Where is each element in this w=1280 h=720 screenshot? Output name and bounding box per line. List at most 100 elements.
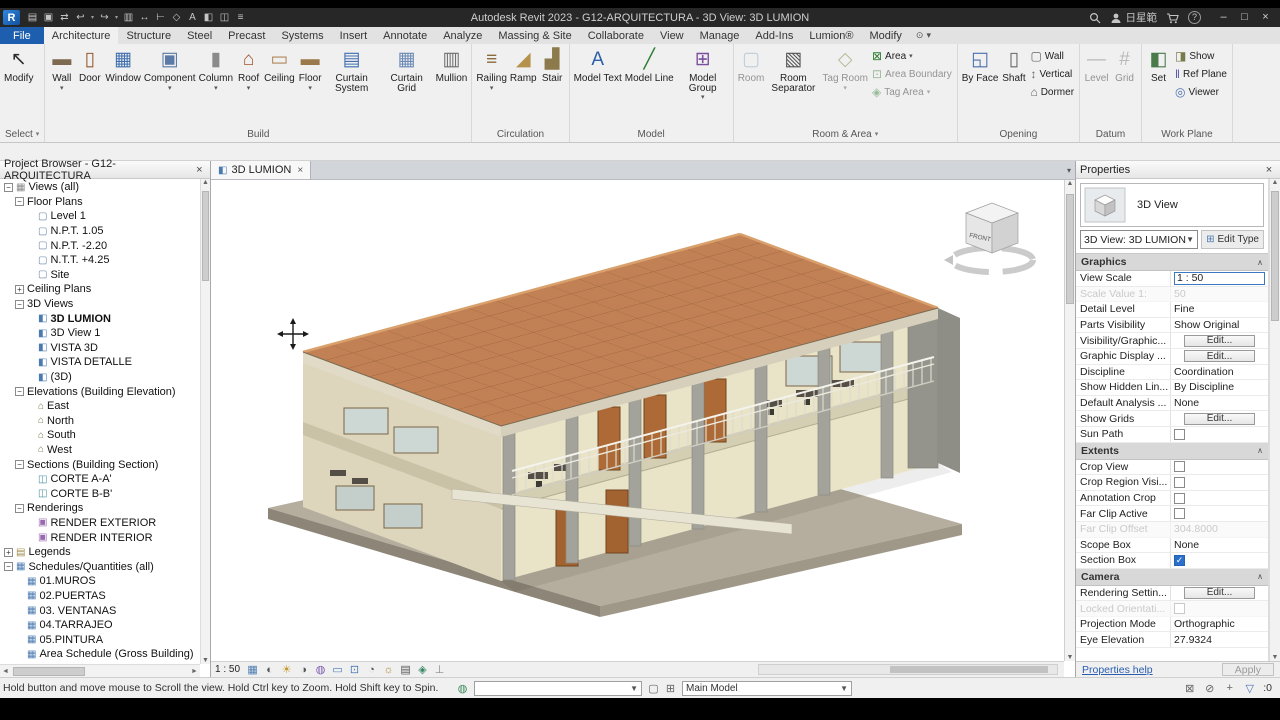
property-value[interactable]: None bbox=[1171, 396, 1268, 411]
minimize-button[interactable]: – bbox=[1214, 10, 1233, 25]
scroll-right-icon[interactable]: ► bbox=[189, 668, 200, 675]
property-value[interactable]: Fine bbox=[1171, 302, 1268, 317]
ribbon-button-model-group[interactable]: ⊞ Model Group ▾ bbox=[676, 46, 730, 127]
measure-icon[interactable]: ↔ bbox=[137, 10, 152, 25]
ribbon-button-room[interactable]: ▢ Room bbox=[737, 46, 766, 127]
browser-item-02-puertas[interactable]: ▦ 02.PUERTAS bbox=[0, 589, 200, 604]
ribbon-button-railing[interactable]: ≡ Railing ▾ bbox=[475, 46, 508, 127]
browser-item-03-ventanas[interactable]: ▦ 03. VENTANAS bbox=[0, 603, 200, 618]
browser-item-3d-view-1[interactable]: ◧ 3D View 1 bbox=[0, 326, 200, 341]
scroll-up-icon[interactable]: ▲ bbox=[201, 179, 210, 186]
scrollbar-thumb[interactable] bbox=[202, 191, 209, 281]
collapse-icon[interactable]: − bbox=[15, 387, 24, 397]
redo-dropdown-icon[interactable]: ▾ bbox=[113, 14, 120, 21]
property-value[interactable]: ✓ bbox=[1171, 553, 1268, 568]
visual-style-icon[interactable]: ◐ bbox=[262, 664, 277, 676]
ribbon-button-mullion[interactable]: ▥ Mullion bbox=[435, 46, 469, 127]
ribbon-button-dormer[interactable]: ⌂ Dormer bbox=[1028, 84, 1076, 100]
revit-logo-icon[interactable]: R bbox=[3, 10, 20, 25]
filter-icon[interactable]: ▽ bbox=[1242, 682, 1257, 695]
account-menu[interactable]: 日星範 bbox=[1110, 10, 1157, 25]
ribbon-button-model-text[interactable]: A Model Text bbox=[573, 46, 623, 127]
browser-item-n-t-t-4-25[interactable]: ▢ N.T.T. +4.25 bbox=[0, 253, 200, 268]
browser-item-south[interactable]: ⌂ South bbox=[0, 428, 200, 443]
properties-help-link[interactable]: Properties help bbox=[1082, 664, 1153, 676]
collapse-icon[interactable]: − bbox=[15, 503, 24, 513]
property-value[interactable] bbox=[1171, 491, 1268, 506]
ribbon-button-modify[interactable]: ↖ Modify bbox=[3, 46, 34, 127]
browser-item-render-exterior[interactable]: ▣ RENDER EXTERIOR bbox=[0, 516, 200, 531]
text-icon[interactable]: A bbox=[185, 10, 200, 25]
property-value[interactable] bbox=[1171, 506, 1268, 521]
tab-massing-site[interactable]: Massing & Site bbox=[490, 27, 579, 44]
browser-horizontal-scrollbar[interactable]: ◄ ► bbox=[0, 664, 200, 677]
tab-add-ins[interactable]: Add-Ins bbox=[747, 27, 801, 44]
ribbon-button-shaft[interactable]: ▯ Shaft bbox=[1000, 46, 1027, 127]
browser-item-01-muros[interactable]: ▦ 01.MUROS bbox=[0, 574, 200, 589]
aligned-dimension-icon[interactable]: ⊢ bbox=[153, 10, 168, 25]
section-header-camera[interactable]: Camera ∧ bbox=[1076, 568, 1268, 586]
view-cube[interactable]: FRONT bbox=[944, 202, 1036, 275]
shadows-icon[interactable]: ◑ bbox=[296, 664, 311, 676]
scrollbar-thumb[interactable] bbox=[890, 666, 1049, 673]
close-icon[interactable]: × bbox=[297, 165, 303, 176]
collapse-icon[interactable]: − bbox=[4, 182, 13, 192]
panel-label-circulation[interactable]: Circulation bbox=[472, 127, 568, 141]
browser-item-views-all[interactable]: − ▦ Views (all) bbox=[0, 180, 200, 195]
worksets-dropdown[interactable]: ▼ bbox=[474, 680, 642, 696]
ribbon-button-wall[interactable]: ▬ Wall ▾ bbox=[48, 46, 75, 127]
default-3d-icon[interactable]: ◧ bbox=[201, 10, 216, 25]
property-value[interactable] bbox=[1171, 601, 1268, 616]
ribbon-button-grid[interactable]: # Grid bbox=[1111, 46, 1138, 127]
scroll-up-icon[interactable]: ▲ bbox=[1065, 180, 1075, 187]
ribbon-button-component[interactable]: ▣ Component ▾ bbox=[143, 46, 197, 127]
scrollbar-thumb[interactable] bbox=[1271, 191, 1279, 321]
browser-item-3d-views[interactable]: −3D Views bbox=[0, 297, 200, 312]
ribbon-button-tag-room[interactable]: ◇ Tag Room ▾ bbox=[821, 46, 869, 127]
analytical-icon[interactable]: ◈ bbox=[415, 663, 430, 676]
editable-items-icon[interactable]: ⊠ bbox=[1182, 682, 1197, 695]
browser-item-east[interactable]: ⌂ East bbox=[0, 399, 200, 414]
type-selector[interactable]: 3D View: 3D LUMION ▼ bbox=[1080, 230, 1199, 249]
print-icon[interactable]: ▥ bbox=[121, 10, 136, 25]
ribbon-button-ceiling[interactable]: ▭ Ceiling bbox=[263, 46, 296, 127]
temp-view-icon[interactable]: ▤ bbox=[398, 663, 413, 676]
ribbon-button-vertical[interactable]: ↕ Vertical bbox=[1028, 66, 1076, 82]
render-dialog-icon[interactable]: ◍ bbox=[313, 663, 328, 676]
ribbon-button-model-line[interactable]: ╱ Model Line bbox=[624, 46, 675, 127]
tab-modify[interactable]: Modify bbox=[862, 27, 910, 44]
undo-icon[interactable]: ↩ bbox=[73, 10, 88, 25]
app-store-cart-icon[interactable] bbox=[1166, 12, 1179, 24]
collapse-icon[interactable]: − bbox=[15, 299, 24, 309]
property-value[interactable]: Edit... bbox=[1171, 411, 1268, 426]
ribbon-button-window[interactable]: ▦ Window bbox=[104, 46, 142, 127]
tab-systems[interactable]: Systems bbox=[273, 27, 331, 44]
properties-scrollbar[interactable]: ▲ ▼ bbox=[1269, 179, 1280, 661]
tab-architecture[interactable]: Architecture bbox=[43, 27, 119, 44]
tab-annotate[interactable]: Annotate bbox=[375, 27, 435, 44]
crop-view-icon[interactable]: ▭ bbox=[330, 663, 345, 676]
ribbon-button-floor[interactable]: ▬ Floor ▾ bbox=[297, 46, 324, 127]
ribbon-display-toggle[interactable]: ⊙ ▾ bbox=[916, 27, 931, 44]
viewport-horizontal-scrollbar[interactable] bbox=[758, 664, 1058, 675]
property-value[interactable]: Coordination bbox=[1171, 365, 1268, 380]
browser-item-vista-detalle[interactable]: ◧ VISTA DETALLE bbox=[0, 355, 200, 370]
browser-item-floor-plans[interactable]: − Floor Plans bbox=[0, 195, 200, 210]
close-icon[interactable]: × bbox=[1262, 164, 1276, 176]
browser-item-corte-b-b[interactable]: ◫ CORTE B-B' bbox=[0, 486, 200, 501]
ribbon-button-door[interactable]: ▯ Door bbox=[76, 46, 103, 127]
exclude-options-icon[interactable]: ⊘ bbox=[1202, 682, 1217, 695]
expand-icon[interactable]: + bbox=[4, 547, 13, 557]
ribbon-button-room-separator[interactable]: ▧ Room Separator bbox=[766, 46, 820, 127]
checkbox[interactable]: ✓ bbox=[1174, 554, 1185, 566]
undo-dropdown-icon[interactable]: ▾ bbox=[89, 14, 96, 21]
browser-item-n-p-t-1-05[interactable]: ▢ N.P.T. 1.05 bbox=[0, 224, 200, 239]
panel-label-room-area[interactable]: Room & Area ▾ bbox=[734, 127, 957, 141]
tab-collaborate[interactable]: Collaborate bbox=[580, 27, 652, 44]
tab-steel[interactable]: Steel bbox=[179, 27, 220, 44]
reveal-hidden-icon[interactable]: ☼ bbox=[381, 664, 396, 676]
tab-structure[interactable]: Structure bbox=[118, 27, 179, 44]
redo-icon[interactable]: ↪ bbox=[97, 10, 112, 25]
property-value[interactable]: 27.9324 bbox=[1171, 632, 1268, 647]
ribbon-button-ramp[interactable]: ◢ Ramp bbox=[509, 46, 538, 127]
